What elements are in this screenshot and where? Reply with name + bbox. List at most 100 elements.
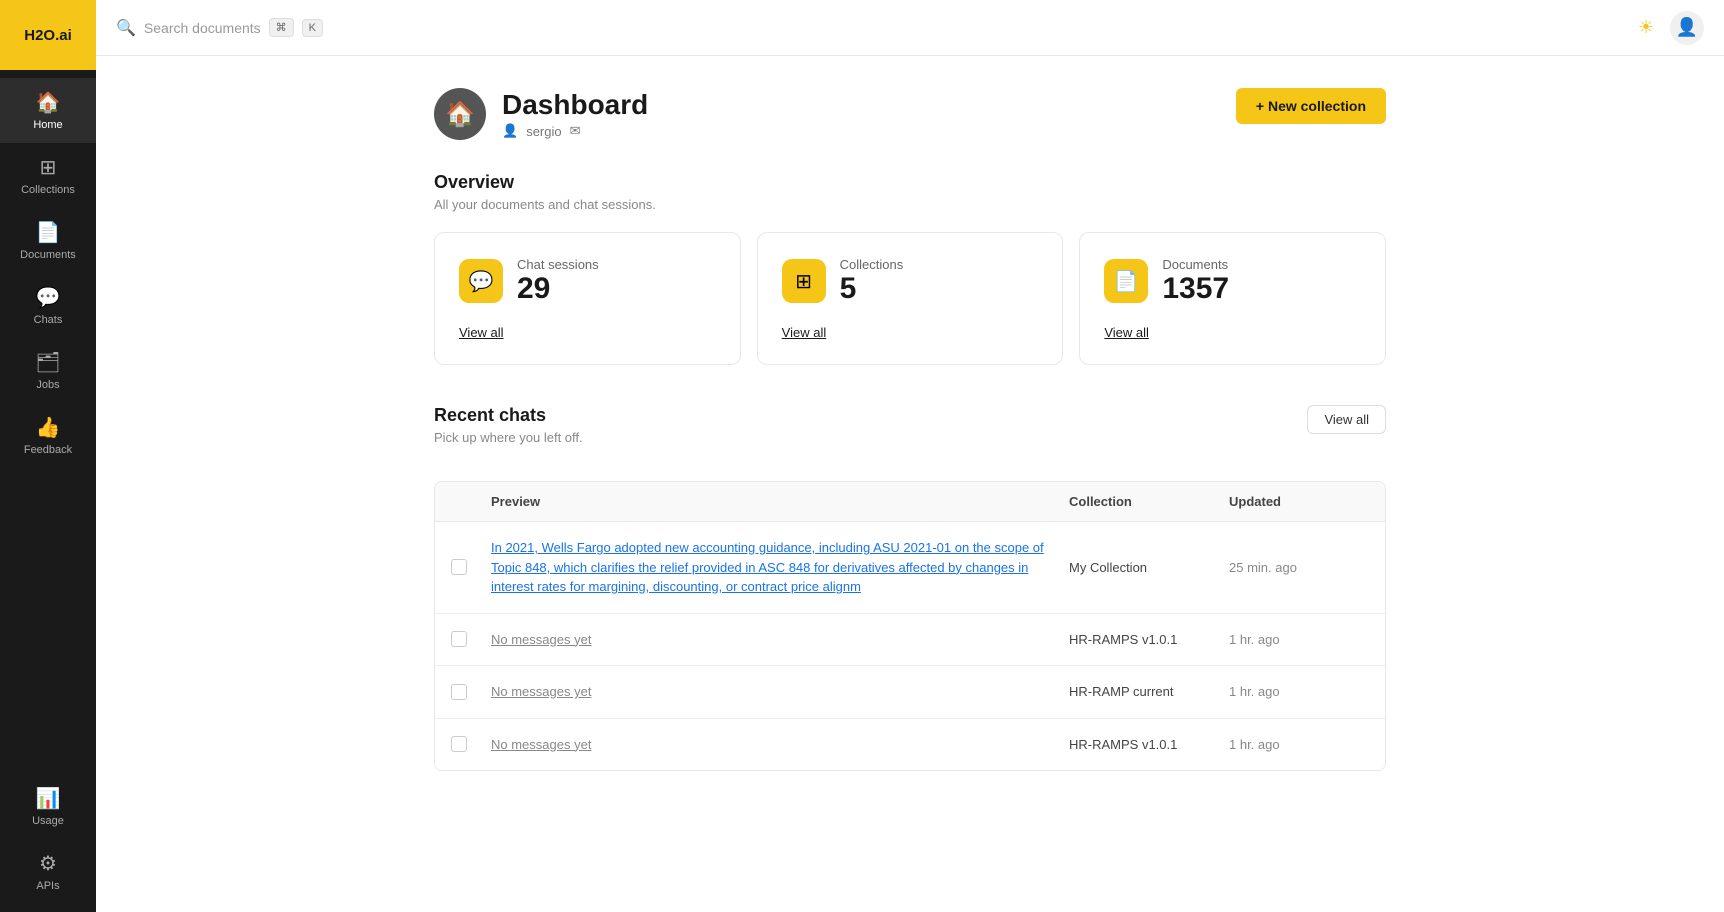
row-checkbox-3[interactable] — [451, 736, 491, 752]
sidebar-item-label: Collections — [21, 184, 75, 196]
stat-value-collections: 5 — [840, 272, 904, 305]
overview-subtitle: All your documents and chat sessions. — [434, 197, 1386, 212]
row-checkbox-1[interactable] — [451, 631, 491, 647]
recent-chats-section: Recent chats Pick up where you left off.… — [434, 405, 1386, 771]
theme-toggle-icon[interactable]: ☀ — [1638, 17, 1654, 38]
search-kbd-k: K — [302, 19, 323, 37]
row-preview-2[interactable]: No messages yet — [491, 682, 1069, 702]
row-checkbox-0[interactable] — [451, 559, 491, 575]
row-preview-0[interactable]: In 2021, Wells Fargo adopted new account… — [491, 538, 1069, 597]
sidebar-logo[interactable]: H2O.ai — [0, 0, 96, 70]
sidebar-item-jobs[interactable]: 🗂 Jobs — [0, 338, 96, 403]
table-row: No messages yet HR-RAMP current 1 hr. ag… — [435, 666, 1385, 719]
overview-title: Overview — [434, 172, 1386, 193]
documents-icon: 📄 — [36, 220, 61, 245]
row-updated-2: 1 hr. ago — [1229, 684, 1369, 699]
content: 🏠 Dashboard 👤 sergio ✉ + New collection — [96, 56, 1724, 912]
table-row: No messages yet HR-RAMPS v1.0.1 1 hr. ag… — [435, 614, 1385, 667]
stat-icon-collections: ⊞ — [782, 259, 826, 303]
table-row: In 2021, Wells Fargo adopted new account… — [435, 522, 1385, 614]
recent-chats-header: Recent chats Pick up where you left off.… — [434, 405, 1386, 465]
new-collection-label: + New collection — [1256, 98, 1366, 114]
sidebar-item-label: Home — [33, 119, 62, 131]
stat-label-documents: Documents — [1162, 257, 1229, 272]
dashboard-home-icon: 🏠 — [445, 100, 475, 129]
stat-header-chat: 💬 Chat sessions 29 — [459, 257, 716, 305]
stat-info-collections: Collections 5 — [840, 257, 904, 305]
stat-value-documents: 1357 — [1162, 272, 1229, 305]
sidebar-item-label: Documents — [20, 249, 76, 261]
stat-label-collections: Collections — [840, 257, 904, 272]
user-avatar[interactable]: 👤 — [1670, 11, 1704, 45]
stat-info-documents: Documents 1357 — [1162, 257, 1229, 305]
user-avatar-icon: 👤 — [1676, 17, 1698, 38]
usage-icon: 📊 — [36, 786, 61, 811]
page-header: 🏠 Dashboard 👤 sergio ✉ + New collection — [434, 88, 1386, 140]
stat-view-all-collections[interactable]: View all — [782, 325, 1039, 340]
apis-icon: ⚙ — [39, 851, 57, 876]
jobs-icon: 🗂 — [35, 350, 60, 375]
table-head: Preview Collection Updated — [435, 482, 1385, 522]
stat-label-chat: Chat sessions — [517, 257, 599, 272]
stat-view-all-chat[interactable]: View all — [459, 325, 716, 340]
row-collection-3: HR-RAMPS v1.0.1 — [1069, 737, 1229, 752]
table-col-preview: Preview — [491, 494, 1069, 509]
stat-icon-chat: 💬 — [459, 259, 503, 303]
sidebar-bottom: 📊 Usage ⚙ APIs — [0, 774, 96, 912]
topbar-right: ☀ 👤 — [1638, 11, 1704, 45]
page-title-block: Dashboard 👤 sergio ✉ — [502, 89, 648, 139]
stat-card-chat-sessions: 💬 Chat sessions 29 View all — [434, 232, 741, 365]
new-collection-button[interactable]: + New collection — [1236, 88, 1386, 124]
feedback-icon: 👍 — [36, 415, 61, 440]
chat-table: Preview Collection Updated In 2021, Well… — [434, 481, 1386, 771]
collections-stat-icon: ⊞ — [795, 269, 812, 294]
stat-icon-documents: 📄 — [1104, 259, 1148, 303]
sidebar-item-chats[interactable]: 💬 Chats — [0, 273, 96, 338]
user-icon: 👤 — [502, 123, 518, 139]
recent-chats-subtitle: Pick up where you left off. — [434, 430, 583, 445]
row-preview-3[interactable]: No messages yet — [491, 735, 1069, 755]
row-preview-1[interactable]: No messages yet — [491, 630, 1069, 650]
sidebar-nav: 🏠 Home ⊞ Collections 📄 Documents 💬 Chats… — [0, 70, 96, 774]
chat-sessions-icon: 💬 — [469, 269, 494, 294]
sidebar-item-home[interactable]: 🏠 Home — [0, 78, 96, 143]
content-inner: 🏠 Dashboard 👤 sergio ✉ + New collection — [410, 56, 1410, 803]
stat-header-documents: 📄 Documents 1357 — [1104, 257, 1361, 305]
sidebar-item-documents[interactable]: 📄 Documents — [0, 208, 96, 273]
documents-stat-icon: 📄 — [1114, 269, 1139, 294]
sidebar: H2O.ai 🏠 Home ⊞ Collections 📄 Documents … — [0, 0, 96, 912]
page-meta-user: sergio — [526, 124, 561, 139]
table-col-collection: Collection — [1069, 494, 1229, 509]
row-collection-0: My Collection — [1069, 560, 1229, 575]
page-icon: 🏠 — [434, 88, 486, 140]
search-box: 🔍 Search documents ⌘ K — [116, 18, 1626, 38]
overview-section: Overview All your documents and chat ses… — [434, 172, 1386, 365]
topbar: 🔍 Search documents ⌘ K ☀ 👤 — [96, 0, 1724, 56]
table-col-updated: Updated — [1229, 494, 1369, 509]
search-icon: 🔍 — [116, 18, 136, 38]
sidebar-item-apis[interactable]: ⚙ APIs — [0, 839, 96, 904]
row-updated-1: 1 hr. ago — [1229, 632, 1369, 647]
search-kbd-cmd: ⌘ — [269, 18, 294, 37]
recent-chats-title-block: Recent chats Pick up where you left off. — [434, 405, 583, 465]
stat-card-documents: 📄 Documents 1357 View all — [1079, 232, 1386, 365]
page-title: Dashboard — [502, 89, 648, 121]
recent-chats-view-all-button[interactable]: View all — [1307, 405, 1386, 434]
row-collection-2: HR-RAMP current — [1069, 684, 1229, 699]
sidebar-item-feedback[interactable]: 👍 Feedback — [0, 403, 96, 468]
sidebar-item-usage[interactable]: 📊 Usage — [0, 774, 96, 839]
page-meta: 👤 sergio ✉ — [502, 123, 648, 139]
sidebar-item-label: Chats — [34, 314, 63, 326]
collections-icon: ⊞ — [40, 155, 57, 180]
row-updated-3: 1 hr. ago — [1229, 737, 1369, 752]
sidebar-item-collections[interactable]: ⊞ Collections — [0, 143, 96, 208]
sidebar-item-label: Feedback — [24, 444, 72, 456]
row-collection-1: HR-RAMPS v1.0.1 — [1069, 632, 1229, 647]
search-placeholder[interactable]: Search documents — [144, 20, 261, 36]
sidebar-item-label: Jobs — [36, 379, 59, 391]
sidebar-item-label: APIs — [36, 880, 59, 892]
row-updated-0: 25 min. ago — [1229, 560, 1369, 575]
stat-view-all-documents[interactable]: View all — [1104, 325, 1361, 340]
stat-value-chat: 29 — [517, 272, 599, 305]
row-checkbox-2[interactable] — [451, 684, 491, 700]
